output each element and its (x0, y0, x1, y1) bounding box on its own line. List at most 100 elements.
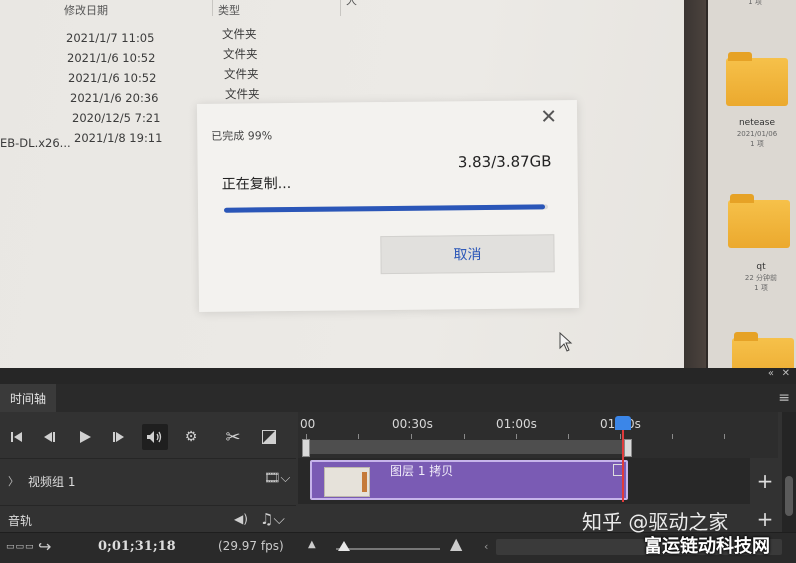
zoom-in-icon[interactable]: ▲ (450, 534, 462, 553)
zhihu-watermark: 知乎 @驱动之家 (582, 510, 729, 534)
ruler-label: 01:00s (496, 417, 537, 431)
plus-icon: + (756, 469, 774, 493)
strip-top-text: 1 项 (748, 0, 762, 6)
film-strip-icon[interactable]: 🎞⌵ (264, 471, 290, 486)
playback-controls: ⚙ ✂ (0, 420, 296, 452)
ruler-tick (672, 434, 673, 439)
file-row-date[interactable]: 2020/12/5 7:21 (72, 111, 160, 125)
speaker-icon[interactable]: ◀) (234, 512, 248, 526)
clip-label: 图层 1 拷贝 (390, 464, 454, 478)
file-row-date[interactable]: 2021/1/7 11:05 (66, 31, 154, 45)
work-area-start-handle[interactable] (302, 439, 310, 457)
file-row-date[interactable]: 2021/1/6 10:52 (68, 71, 156, 85)
panel-tab-row: 时间轴 ≡ (0, 384, 796, 412)
file-row-type: 文件夹 (224, 67, 259, 81)
work-area-bar[interactable] (304, 440, 626, 454)
frames-icon[interactable]: ▭▭▭ (6, 542, 35, 552)
cancel-button[interactable]: 取消 (380, 234, 555, 275)
current-timecode: 0;01;31;18 (98, 539, 176, 554)
add-media-button[interactable]: + (752, 458, 778, 504)
next-frame-icon (113, 432, 124, 442)
progress-status: 已完成 99% (211, 129, 273, 143)
ruler-tick (516, 434, 517, 439)
folder-date: 2021/01/06 (736, 130, 778, 138)
split-button[interactable]: ✂ (220, 424, 246, 450)
ruler-tick (411, 434, 412, 439)
panel-title-bar: « ✕ (0, 368, 796, 384)
folder-name: qt (756, 262, 766, 272)
transition-button[interactable] (256, 424, 282, 450)
copy-progress-dialog: 已完成 99% ✕ 3.83/3.87GB 正在复制... 取消 (196, 100, 580, 312)
track-name: 视频组 1 (28, 475, 76, 489)
mute-audio-button[interactable] (142, 424, 168, 450)
chevron-right-icon[interactable]: 〉 (8, 473, 19, 489)
site-watermark: 富运链动科技网 (644, 536, 770, 557)
folder-count: 1 项 (754, 284, 768, 292)
ruler-tick (568, 434, 569, 439)
vertical-scrollbar[interactable] (782, 412, 796, 548)
track-name: 音轨 (8, 514, 33, 528)
column-separator[interactable] (212, 0, 213, 16)
music-note-icon[interactable]: ♫⌵ (260, 510, 285, 528)
folder-name: netease (738, 118, 776, 128)
file-row-name[interactable]: EB-DL.x26... (0, 136, 71, 150)
column-header-type[interactable]: 类型 (218, 2, 240, 18)
file-row-type: 文件夹 (225, 87, 260, 101)
file-row-type: 文件夹 (223, 47, 258, 61)
ruler-tick (724, 434, 725, 439)
zoom-slider[interactable] (336, 548, 440, 550)
add-audio-button[interactable]: + (752, 506, 778, 532)
video-track-lane[interactable]: 图层 1 拷贝 (298, 458, 750, 504)
settings-button[interactable]: ⚙ (178, 424, 204, 450)
transition-icon (262, 430, 276, 444)
go-to-first-frame-button[interactable] (4, 424, 30, 450)
folder-count: 1 项 (750, 140, 764, 148)
scissors-icon: ✂ (225, 426, 241, 448)
play-button[interactable] (72, 424, 98, 450)
playhead-line (622, 430, 624, 502)
file-row-date[interactable]: 2021/1/8 19:11 (74, 131, 162, 145)
work-area-end-handle[interactable] (624, 439, 632, 457)
zoom-slider-thumb[interactable] (338, 541, 350, 551)
video-clip[interactable]: 图层 1 拷贝 (310, 460, 628, 500)
play-icon (79, 431, 91, 443)
zoom-out-icon[interactable]: ▲ (308, 539, 316, 550)
progress-bar (224, 204, 549, 213)
next-frame-button[interactable] (106, 424, 132, 450)
file-row-date[interactable]: 2021/1/6 20:36 (70, 91, 158, 105)
scroll-left-icon[interactable]: ‹ (484, 540, 488, 553)
column-header-date[interactable]: 修改日期 (64, 2, 108, 18)
ruler-label: 00 (300, 417, 316, 431)
plus-icon: + (756, 507, 774, 531)
folder-icon[interactable] (728, 194, 790, 248)
file-row-date[interactable]: 2021/1/6 10:52 (67, 51, 155, 65)
first-frame-icon (11, 432, 22, 442)
ruler-tick (464, 434, 465, 439)
clip-thumbnail (324, 467, 370, 497)
folder-icon[interactable] (732, 332, 794, 368)
folder-icon[interactable] (726, 52, 788, 106)
close-icon[interactable]: ✕ (540, 104, 557, 128)
speaker-icon (147, 431, 162, 443)
column-header-size[interactable]: 大 (346, 0, 357, 8)
previous-frame-button[interactable] (36, 424, 62, 450)
close-panel-icon[interactable]: ✕ (782, 368, 790, 379)
size-progress: 3.83/3.87GB (457, 152, 552, 172)
file-row-type: 文件夹 (222, 27, 257, 41)
previous-frame-icon (44, 432, 55, 442)
panel-menu-icon[interactable]: ≡ (778, 390, 790, 406)
playhead-handle[interactable] (615, 416, 631, 430)
photographed-screen: 1 项 修改日期 类型 大 2021/1/7 11:05 文件夹 2021/1/… (0, 0, 796, 368)
scrollbar-thumb[interactable] (785, 476, 793, 516)
column-separator[interactable] (340, 0, 341, 16)
render-video-icon[interactable]: ↪ (38, 537, 51, 556)
mouse-cursor-icon (559, 332, 573, 352)
time-ruler[interactable]: 00 00:30s 01:00s 01:30s (298, 412, 778, 458)
tab-timeline[interactable]: 时间轴 (0, 384, 57, 412)
video-group-track-header[interactable]: 〉 视频组 1 🎞⌵ (0, 458, 296, 506)
gear-icon: ⚙ (184, 429, 198, 445)
collapse-icon[interactable]: « (768, 368, 774, 379)
ruler-tick (620, 434, 621, 439)
audio-track-header[interactable]: 音轨 ◀) ♫⌵ (0, 508, 296, 534)
progress-bar-fill (224, 204, 545, 213)
